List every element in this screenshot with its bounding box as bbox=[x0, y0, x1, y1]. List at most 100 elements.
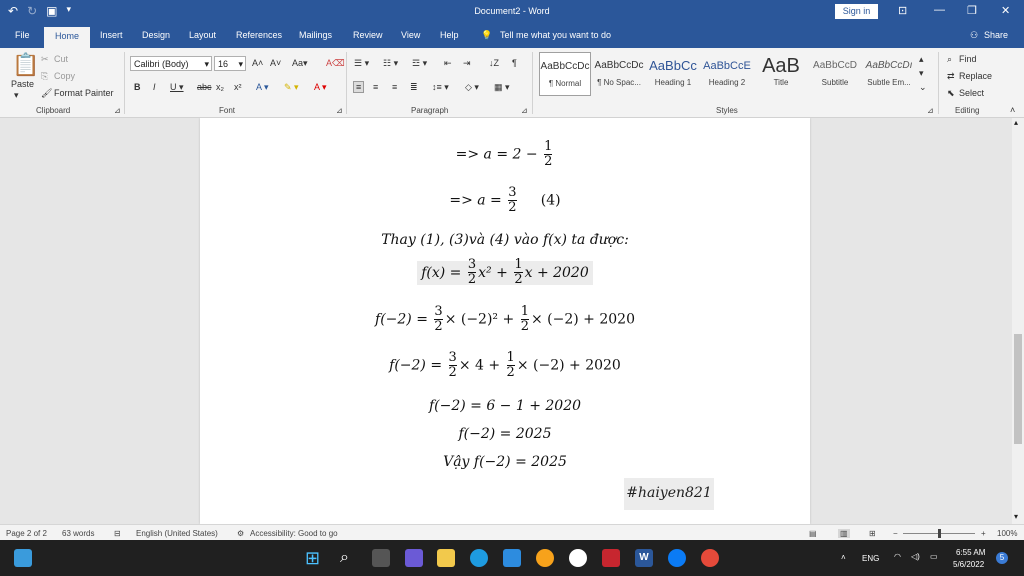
battery-icon[interactable]: ▭ bbox=[930, 552, 938, 561]
maximize-icon[interactable]: ❐ bbox=[967, 4, 977, 17]
clock-date[interactable]: 5/6/2022 bbox=[953, 560, 984, 569]
tab-insert[interactable]: Insert bbox=[100, 30, 123, 40]
accessibility-status[interactable]: Accessibility: Good to go bbox=[250, 529, 338, 538]
dialog-launcher-icon[interactable]: ⊿ bbox=[114, 106, 121, 115]
sort-icon[interactable]: ↓Z bbox=[489, 58, 499, 68]
paste-icon[interactable]: 📋 bbox=[12, 52, 39, 78]
task-view-icon[interactable] bbox=[372, 549, 390, 567]
shrink-font-icon[interactable]: A˅ bbox=[270, 58, 281, 68]
start-icon[interactable]: ⊞ bbox=[305, 549, 323, 567]
dialog-launcher-icon[interactable]: ⊿ bbox=[336, 106, 343, 115]
highlight-icon[interactable]: ✎ ▾ bbox=[284, 82, 299, 93]
minimize-icon[interactable]: — bbox=[934, 4, 945, 16]
tab-review[interactable]: Review bbox=[353, 30, 383, 40]
numbering-icon[interactable]: ☷ ▾ bbox=[383, 58, 398, 69]
close-icon[interactable]: ✕ bbox=[1001, 4, 1010, 17]
page-count[interactable]: Page 2 of 2 bbox=[6, 529, 47, 538]
align-center-icon[interactable]: ≡ bbox=[373, 82, 378, 92]
replace-button[interactable]: Replace bbox=[959, 71, 992, 81]
text-effects-icon[interactable]: A ▾ bbox=[256, 82, 269, 93]
tab-file[interactable]: File bbox=[15, 30, 30, 40]
change-case-icon[interactable]: Aa▾ bbox=[292, 58, 308, 69]
style-subtle-emphasis[interactable]: AaBbCcDı Subtle Em... bbox=[863, 52, 915, 96]
vertical-scrollbar[interactable]: ▴ ▾ bbox=[1012, 118, 1024, 524]
align-left-icon[interactable]: ≡ bbox=[353, 81, 365, 93]
language-status[interactable]: English (United States) bbox=[136, 529, 218, 538]
justify-icon[interactable]: ≣ bbox=[410, 82, 418, 93]
paste-button[interactable]: Paste bbox=[11, 79, 34, 89]
font-size-select[interactable]: 16 ▾ bbox=[214, 56, 246, 71]
show-marks-icon[interactable]: ¶ bbox=[512, 58, 517, 68]
tab-view[interactable]: View bbox=[401, 30, 420, 40]
cut-icon[interactable]: ✂ bbox=[41, 54, 49, 65]
find-button[interactable]: Find bbox=[959, 54, 977, 64]
underline-icon[interactable]: U ▾ bbox=[170, 82, 184, 93]
chrome-canary-icon[interactable] bbox=[536, 549, 554, 567]
zalo-icon[interactable] bbox=[668, 549, 686, 567]
edge-icon[interactable] bbox=[470, 549, 488, 567]
decrease-indent-icon[interactable]: ⇤ bbox=[444, 58, 452, 69]
file-explorer-icon[interactable] bbox=[437, 549, 455, 567]
copy-button[interactable]: Copy bbox=[54, 71, 75, 81]
styles-scroll-down-icon[interactable]: ▾ bbox=[919, 68, 924, 79]
tell-me-search[interactable]: Tell me what you want to do bbox=[500, 30, 611, 40]
tab-references[interactable]: References bbox=[236, 30, 282, 40]
proofing-icon[interactable]: ⊟ bbox=[114, 529, 121, 538]
document-page[interactable]: => a = 2 − 12 => a = 32 (4) Thay (1), (3… bbox=[200, 118, 810, 524]
accessibility-icon[interactable]: ⚙ bbox=[237, 529, 244, 538]
style-title[interactable]: AaB Title bbox=[755, 52, 807, 96]
borders-icon[interactable]: ▦ ▾ bbox=[494, 82, 510, 93]
italic-icon[interactable]: I bbox=[153, 82, 156, 92]
scroll-thumb[interactable] bbox=[1014, 334, 1022, 444]
dialog-launcher-icon[interactable]: ⊿ bbox=[927, 106, 934, 115]
zoom-level[interactable]: 100% bbox=[997, 529, 1017, 538]
mcafee-icon[interactable] bbox=[602, 549, 620, 567]
styles-more-icon[interactable]: ⌄ bbox=[919, 82, 927, 93]
clock-time[interactable]: 6:55 AM bbox=[956, 548, 985, 557]
zoom-slider-thumb[interactable] bbox=[938, 529, 941, 538]
grow-font-icon[interactable]: A˄ bbox=[252, 58, 263, 68]
styles-scroll-up-icon[interactable]: ▴ bbox=[919, 54, 924, 65]
cut-button[interactable]: Cut bbox=[54, 54, 68, 64]
word-count[interactable]: 63 words bbox=[62, 529, 94, 538]
share-button[interactable]: Share bbox=[984, 30, 1008, 40]
wifi-icon[interactable]: ◠ bbox=[894, 552, 901, 561]
style-no-spacing[interactable]: AaBbCcDc ¶ No Spac... bbox=[593, 52, 645, 96]
bullets-icon[interactable]: ☰ ▾ bbox=[354, 58, 369, 69]
bold-icon[interactable]: B bbox=[134, 82, 141, 92]
font-color-icon[interactable]: A ▾ bbox=[314, 82, 327, 93]
style-heading-2[interactable]: AaBbCcE Heading 2 bbox=[701, 52, 753, 96]
line-spacing-icon[interactable]: ↕≡ ▾ bbox=[432, 82, 449, 93]
zoom-out-icon[interactable]: − bbox=[893, 529, 898, 538]
strikethrough-icon[interactable]: abc bbox=[197, 82, 212, 92]
multilevel-list-icon[interactable]: ☲ ▾ bbox=[412, 58, 427, 69]
chrome-icon[interactable] bbox=[701, 549, 719, 567]
obs-icon[interactable] bbox=[569, 549, 587, 567]
notification-badge[interactable]: 5 bbox=[996, 552, 1008, 564]
tray-chevron-icon[interactable]: ˄ bbox=[841, 553, 846, 562]
font-name-select[interactable]: Calibri (Body) ▾ bbox=[130, 56, 212, 71]
superscript-icon[interactable]: x² bbox=[234, 82, 242, 92]
shading-icon[interactable]: ◇ ▾ bbox=[465, 82, 479, 93]
tab-help[interactable]: Help bbox=[440, 30, 459, 40]
select-icon[interactable]: ⬉ bbox=[947, 88, 955, 99]
chat-icon[interactable] bbox=[405, 549, 423, 567]
copy-icon[interactable]: ⎘ bbox=[41, 71, 48, 82]
style-subtitle[interactable]: AaBbCcD Subtitle bbox=[809, 52, 861, 96]
scroll-down-icon[interactable]: ▾ bbox=[1014, 512, 1018, 521]
read-mode-icon[interactable]: ▤ bbox=[809, 529, 817, 538]
format-painter-icon[interactable]: 🖌 bbox=[41, 88, 52, 99]
tab-home[interactable]: Home bbox=[44, 27, 91, 48]
align-right-icon[interactable]: ≡ bbox=[392, 82, 397, 92]
ribbon-display-icon[interactable]: ⊡ bbox=[898, 4, 907, 17]
chevron-down-icon[interactable]: ▾ bbox=[14, 90, 19, 101]
desktop-icon[interactable] bbox=[14, 549, 32, 567]
store-icon[interactable] bbox=[503, 549, 521, 567]
clear-formatting-icon[interactable]: A⌫ bbox=[326, 58, 345, 69]
collapse-ribbon-icon[interactable]: ˄ bbox=[1010, 105, 1015, 115]
web-layout-icon[interactable]: ⊞ bbox=[869, 529, 876, 538]
scroll-up-icon[interactable]: ▴ bbox=[1014, 118, 1018, 127]
style-heading-1[interactable]: AaBbCc Heading 1 bbox=[647, 52, 699, 96]
tab-design[interactable]: Design bbox=[142, 30, 170, 40]
print-layout-icon[interactable]: ▥ bbox=[838, 529, 850, 538]
